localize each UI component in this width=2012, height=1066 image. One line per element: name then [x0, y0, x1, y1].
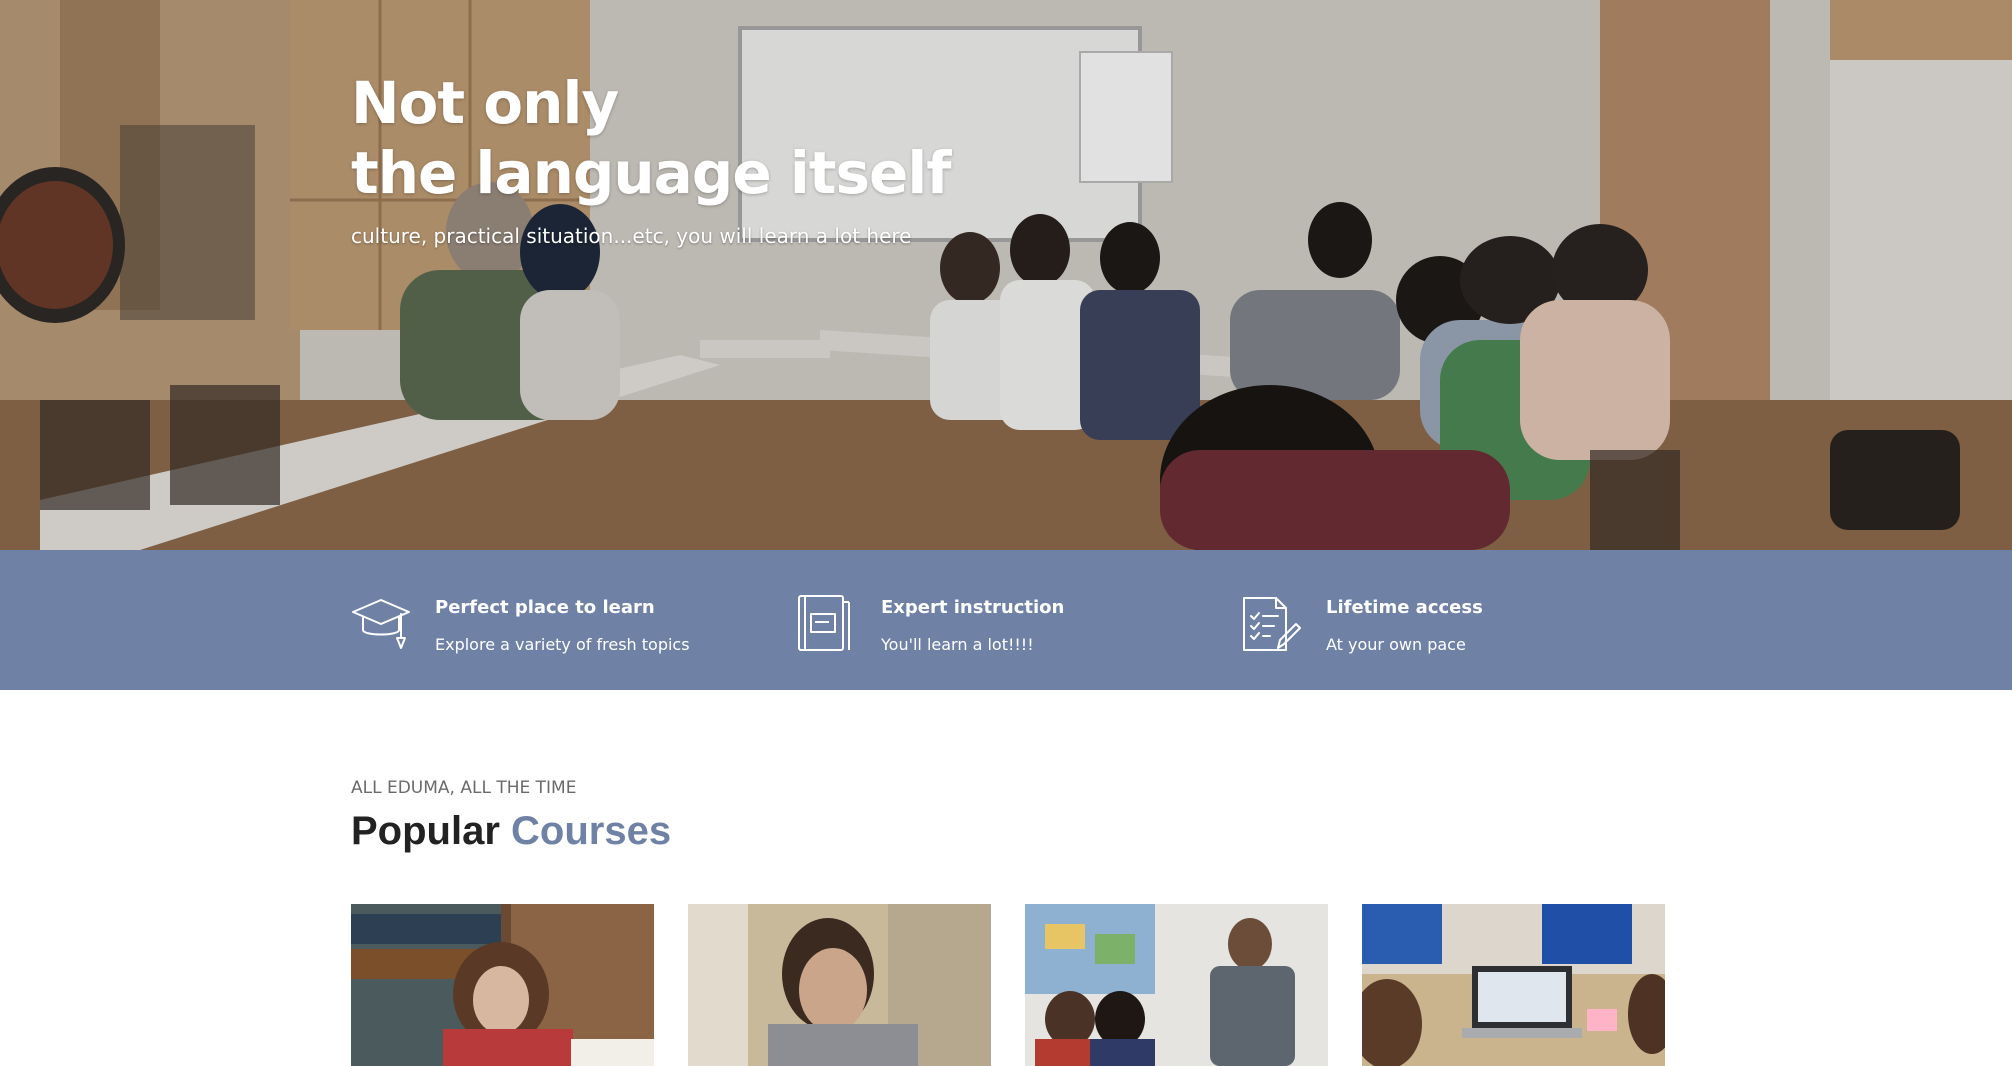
hero-text-block: Not only the language itself culture, pr…	[351, 68, 1251, 250]
course-card[interactable]	[351, 904, 654, 1066]
hero-title-line2: the language itself	[351, 139, 951, 207]
hero-banner: Not only the language itself culture, pr…	[0, 0, 2012, 550]
feature-title: Lifetime access	[1326, 597, 1483, 618]
feature-description: At your own pace	[1326, 635, 1466, 654]
page: Not only the language itself culture, pr…	[0, 0, 2012, 1066]
features-bar: Perfect place to learn Explore a variety…	[0, 550, 2012, 690]
course-card[interactable]	[688, 904, 991, 1066]
courses-heading-part2: Courses	[511, 809, 672, 853]
student-studying-library-photo[interactable]	[351, 904, 654, 1066]
hero-title: Not only the language itself	[351, 68, 1251, 208]
course-cards	[351, 904, 1667, 1066]
checklist-icon	[1243, 597, 1301, 651]
laptop-table-photo[interactable]	[1362, 904, 1665, 1066]
courses-eyebrow: ALL EDUMA, ALL THE TIME	[351, 778, 577, 798]
graduation-cap-icon	[352, 599, 410, 649]
feature-perfect-place: Perfect place to learn Explore a variety…	[351, 594, 751, 664]
man-reading-photo[interactable]	[688, 904, 991, 1066]
book-icon	[798, 595, 850, 651]
feature-description: Explore a variety of fresh topics	[435, 635, 690, 654]
teacher-with-students-photo[interactable]	[1025, 904, 1328, 1066]
hero-subtitle: culture, practical situation...etc, you …	[351, 224, 912, 248]
feature-title: Perfect place to learn	[435, 597, 655, 618]
courses-heading: Popular Courses	[351, 806, 671, 856]
feature-expert-instruction: Expert instruction You'll learn a lot!!!…	[797, 594, 1197, 664]
feature-description: You'll learn a lot!!!!	[881, 635, 1034, 654]
courses-heading-part1: Popular	[351, 809, 500, 853]
course-card[interactable]	[1025, 904, 1328, 1066]
feature-title: Expert instruction	[881, 597, 1065, 618]
feature-lifetime-access: Lifetime access At your own pace	[1242, 594, 1642, 664]
hero-title-line1: Not only	[351, 69, 619, 137]
course-card[interactable]	[1362, 904, 1665, 1066]
